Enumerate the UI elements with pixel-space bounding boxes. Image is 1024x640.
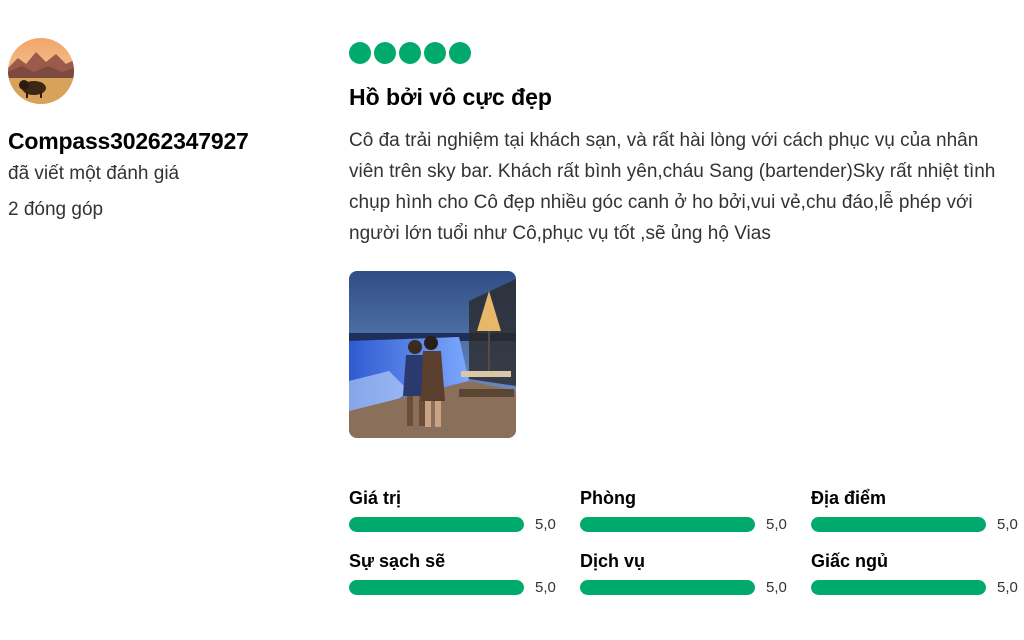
sub-rating-item: Giấc ngủ 5,0 xyxy=(811,551,1024,596)
rating-bar-fill xyxy=(349,517,524,532)
rating-bar-track xyxy=(349,580,524,595)
review-body: Cô đa trải nghiệm tại khách sạn, và rất … xyxy=(349,130,996,244)
review-content: Hồ bởi vô cực đẹp Cô đa trải nghiệm tại … xyxy=(349,42,1019,438)
reviewer-panel: Compass30262347927 đã viết một đánh giá … xyxy=(8,38,308,221)
sub-rating-value: 5,0 xyxy=(535,579,556,596)
rating-bar-track xyxy=(811,580,986,595)
rating-bubble-icon xyxy=(399,42,421,64)
rating-bubble-icon xyxy=(349,42,371,64)
username[interactable]: Compass30262347927 xyxy=(8,128,308,155)
review-action-text: đã viết một đánh giá xyxy=(8,163,180,184)
sub-rating-label: Dịch vụ xyxy=(580,551,646,571)
sub-rating-label: Phòng xyxy=(580,488,636,508)
sub-rating-item: Địa điểm 5,0 xyxy=(811,488,1024,533)
sub-rating-label: Giấc ngủ xyxy=(811,551,889,571)
bubble-rating xyxy=(349,42,1019,66)
sub-rating-item: Phòng 5,0 xyxy=(580,488,811,533)
sub-rating-item: Sự sạch sẽ 5,0 xyxy=(349,551,580,596)
sub-rating-bar-row: 5,0 xyxy=(580,579,811,596)
sub-rating-bar-row: 5,0 xyxy=(349,579,580,596)
rating-bar-fill xyxy=(811,517,986,532)
review-photo[interactable] xyxy=(349,271,516,438)
sub-rating-value: 5,0 xyxy=(766,579,787,596)
review-title[interactable]: Hồ bởi vô cực đẹp xyxy=(349,84,1019,111)
sub-rating-item: Dịch vụ 5,0 xyxy=(580,551,811,596)
rating-bar-track xyxy=(580,580,755,595)
sub-rating-value: 5,0 xyxy=(766,516,787,533)
rating-bar-fill xyxy=(580,517,755,532)
sub-rating-value: 5,0 xyxy=(997,579,1018,596)
sub-rating-bar-row: 5,0 xyxy=(811,579,1024,596)
contributions-count: 2 đóng góp xyxy=(8,199,104,220)
sub-rating-bar-row: 5,0 xyxy=(349,516,580,533)
avatar[interactable] xyxy=(8,38,74,104)
rating-bubble-icon xyxy=(424,42,446,64)
sub-rating-value: 5,0 xyxy=(535,516,556,533)
rating-bubble-icon xyxy=(374,42,396,64)
sub-rating-bar-row: 5,0 xyxy=(580,516,811,533)
rating-bubble-icon xyxy=(449,42,471,64)
sub-rating-label: Giá trị xyxy=(349,488,402,508)
sub-rating-item: Giá trị 5,0 xyxy=(349,488,580,533)
rating-bar-fill xyxy=(580,580,755,595)
sub-rating-bar-row: 5,0 xyxy=(811,516,1024,533)
sub-rating-value: 5,0 xyxy=(997,516,1018,533)
rating-bar-fill xyxy=(811,580,986,595)
sub-ratings: Giá trị 5,0 Phòng 5,0 Địa điểm 5,0 Sự sạch sẽ 5… xyxy=(349,488,1024,596)
rating-bar-track xyxy=(580,517,755,532)
sub-rating-label: Sự sạch sẽ xyxy=(349,551,446,571)
sub-rating-label: Địa điểm xyxy=(811,488,887,508)
rating-bar-fill xyxy=(349,580,524,595)
rating-bar-track xyxy=(349,517,524,532)
rating-bar-track xyxy=(811,517,986,532)
